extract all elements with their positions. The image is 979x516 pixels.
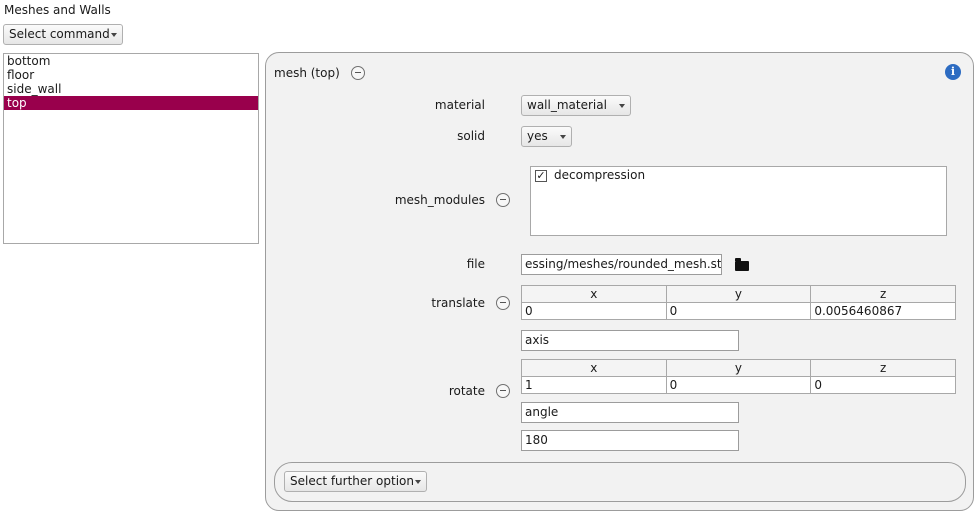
column-header: z	[810, 359, 956, 377]
translate-x-cell[interactable]: 0	[521, 302, 667, 320]
further-options-panel: Select further option	[274, 462, 966, 502]
rotate-x-cell[interactable]: 1	[521, 376, 667, 394]
column-header: y	[665, 285, 812, 303]
select-command-dropdown[interactable]: Select command	[3, 24, 123, 45]
dropdown-arrow-icon	[619, 104, 625, 108]
material-label: material	[434, 98, 485, 112]
page-title: Meshes and Walls	[4, 3, 111, 17]
column-header: z	[810, 285, 956, 303]
dropdown-arrow-icon	[560, 135, 566, 139]
solid-dropdown[interactable]: yes	[521, 126, 572, 147]
decompression-checkbox[interactable]: ✓	[535, 170, 547, 182]
collapse-mesh-icon[interactable]	[351, 66, 365, 80]
dropdown-arrow-icon	[415, 480, 421, 484]
mesh-panel: mesh (top) i material wall_material soli…	[265, 52, 974, 511]
select-further-option-label: Select further option	[290, 474, 414, 488]
list-item[interactable]: side_wall	[4, 82, 258, 96]
solid-label: solid	[457, 129, 485, 143]
collapse-translate-icon[interactable]	[496, 296, 510, 310]
collapse-mesh-modules-icon[interactable]	[496, 193, 510, 207]
axis-field[interactable]: axis	[521, 330, 739, 351]
column-header: x	[521, 285, 667, 303]
material-dropdown[interactable]: wall_material	[521, 95, 631, 116]
list-item[interactable]: floor	[4, 68, 258, 82]
translate-table: x y z 0 0 0.0056460867	[521, 285, 956, 320]
mesh-modules-label: mesh_modules	[394, 193, 485, 207]
file-label: file	[466, 257, 485, 271]
solid-value: yes	[527, 129, 548, 143]
mesh-list[interactable]: bottom floor side_wall top	[3, 53, 259, 244]
table-row: 0 0 0.0056460867	[521, 302, 956, 320]
table-row: 1 0 0	[521, 376, 956, 394]
translate-z-cell[interactable]: 0.0056460867	[810, 302, 956, 320]
angle-value-field[interactable]: 180	[521, 430, 739, 451]
info-icon[interactable]: i	[945, 64, 961, 80]
material-value: wall_material	[527, 98, 607, 112]
angle-label-field[interactable]: angle	[521, 402, 739, 423]
select-command-label: Select command	[9, 27, 110, 41]
mesh-modules-list: ✓ decompression	[530, 166, 947, 236]
list-item-selected[interactable]: top	[4, 96, 258, 110]
rotate-y-cell[interactable]: 0	[665, 376, 812, 394]
dropdown-arrow-icon	[111, 33, 117, 37]
rotate-axis-table: x y z 1 0 0	[521, 359, 956, 394]
column-header: y	[665, 359, 812, 377]
translate-y-cell[interactable]: 0	[665, 302, 812, 320]
panel-title: mesh (top)	[274, 66, 340, 80]
rotate-label: rotate	[448, 384, 485, 398]
rotate-z-cell[interactable]: 0	[810, 376, 956, 394]
file-input[interactable]: essing/meshes/rounded_mesh.stl	[521, 254, 722, 275]
list-item[interactable]: bottom	[4, 54, 258, 68]
decompression-label: decompression	[554, 168, 646, 182]
translate-label: translate	[431, 296, 485, 310]
column-header: x	[521, 359, 667, 377]
checkmark-icon: ✓	[536, 169, 546, 182]
folder-icon[interactable]	[735, 258, 749, 271]
select-further-option-dropdown[interactable]: Select further option	[284, 471, 427, 492]
collapse-rotate-icon[interactable]	[496, 384, 510, 398]
